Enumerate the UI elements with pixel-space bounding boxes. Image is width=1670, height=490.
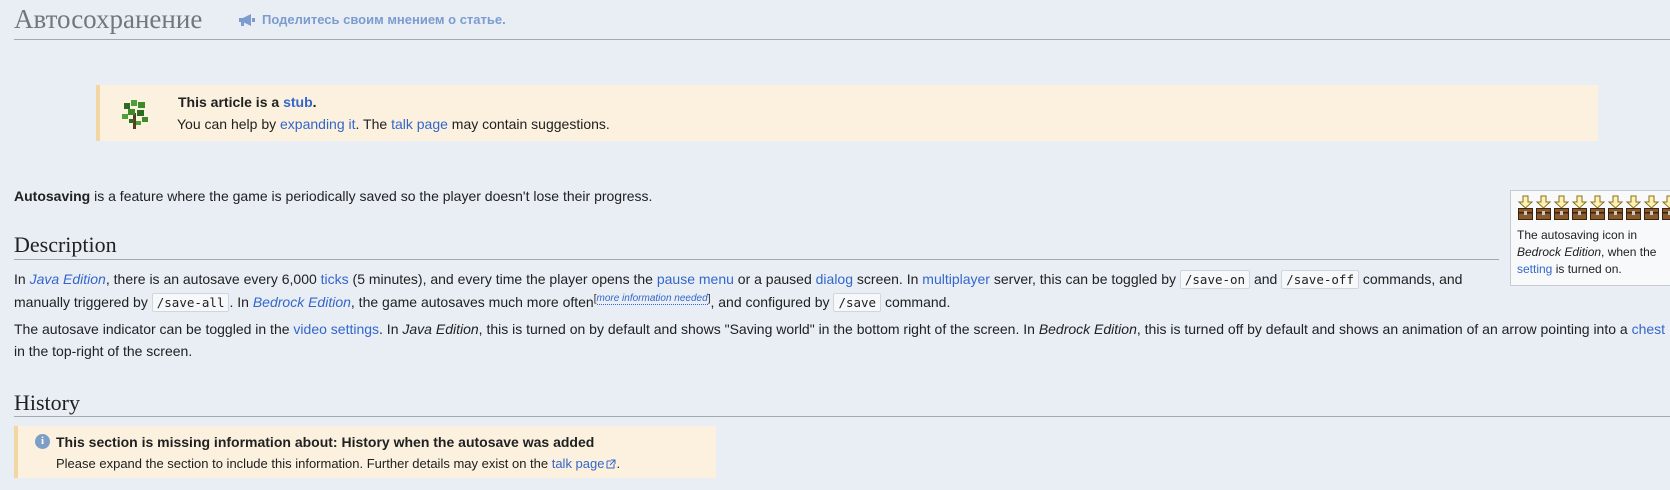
- p1-text-2: , there is an autosave every 6,000: [105, 271, 321, 287]
- notice-text-2: .: [616, 456, 621, 471]
- autosave-chest-arrow-icon: [1607, 195, 1624, 221]
- autosave-chest-arrow-icon: [1625, 195, 1642, 221]
- p1-text-9: manually triggered by: [14, 294, 152, 310]
- p2-bedrock-edition: Bedrock Edition: [1038, 321, 1137, 337]
- description-paragraph-2: The autosave indicator can be toggled in…: [14, 318, 1670, 362]
- p2-text-1: The autosave indicator can be toggled in…: [14, 321, 294, 337]
- missing-info-notice: i This section is missing information ab…: [14, 426, 716, 478]
- save-off-command: /save-off: [1281, 270, 1359, 289]
- autosave-chest-arrow-icon: [1643, 195, 1660, 221]
- more-info-needed-link[interactable]: more information needed: [596, 293, 708, 306]
- intro-text: is a feature where the game is periodica…: [90, 188, 653, 204]
- autosave-chest-arrow-icon: [1661, 195, 1670, 221]
- bedrock-edition-link[interactable]: Bedrock Edition: [253, 294, 351, 310]
- autosave-chest-arrow-icon: [1553, 195, 1570, 221]
- notice-title: This section is missing information abou…: [56, 434, 595, 450]
- p2-text-4: , this is turned off by default and show…: [1136, 321, 1632, 337]
- page-header: Автосохранение Поделитесь своим мнением …: [14, 0, 1670, 40]
- p1-text-8: commands, and: [1358, 271, 1463, 287]
- autosave-chest-arrow-icon: [1517, 195, 1534, 221]
- java-edition-link[interactable]: Java Edition: [30, 271, 106, 287]
- image-caption: The autosaving icon in Bedrock Edition, …: [1517, 227, 1670, 278]
- description-heading: Description: [14, 232, 117, 257]
- caption-text-1: The autosaving icon in: [1517, 228, 1638, 242]
- setting-link[interactable]: setting: [1517, 262, 1552, 276]
- description-p2-line-1: The autosave indicator can be toggled in…: [14, 318, 1670, 340]
- caption-text-2: , when the: [1601, 245, 1657, 259]
- stub-link[interactable]: stub: [283, 94, 313, 110]
- caption-text-3: is turned on.: [1552, 262, 1622, 276]
- p1-text-7: and: [1250, 271, 1282, 287]
- stub-text-1: You can help by: [177, 116, 281, 132]
- stub-title: This article is a stub.: [178, 94, 317, 110]
- p1-text-10: . In: [229, 294, 253, 310]
- p1-text-13: command.: [881, 294, 951, 310]
- intro-paragraph: Autosaving is a feature where the game i…: [14, 185, 652, 207]
- description-divider: [14, 259, 1499, 260]
- p2-java-edition: Java Edition: [402, 321, 479, 337]
- description-line-1: In Java Edition, there is an autosave ev…: [14, 268, 1504, 291]
- stub-sapling-icon: [120, 99, 150, 129]
- description-p2-line-2: in the top-right of the screen.: [14, 340, 1670, 362]
- save-command: /save: [833, 293, 882, 312]
- stub-title-prefix: This article is a: [178, 94, 284, 110]
- ticks-link[interactable]: ticks: [321, 271, 349, 287]
- autosave-chest-arrow-icon: [1535, 195, 1552, 221]
- feedback-link[interactable]: Поделитесь своим мнением о статье.: [238, 12, 506, 27]
- p2-text-2: . In: [379, 321, 403, 337]
- p1-text-1: In: [14, 271, 30, 287]
- p1-text-11: , the game autosaves much more often: [350, 294, 594, 310]
- autosave-animation-frames: [1517, 195, 1670, 221]
- dialog-link[interactable]: dialog: [816, 271, 853, 287]
- page-title: Автосохранение: [14, 4, 203, 34]
- info-icon: i: [35, 434, 50, 449]
- notice-text: Please expand the section to include thi…: [56, 456, 620, 471]
- multiplayer-link[interactable]: multiplayer: [922, 271, 990, 287]
- description-line-2: manually triggered by /save-all. In Bedr…: [14, 291, 1504, 314]
- p2-text-3: , this is turned on by default and shows…: [478, 321, 1039, 337]
- stub-title-suffix: .: [312, 94, 317, 110]
- chest-link[interactable]: chest: [1632, 321, 1665, 337]
- autosave-chest-arrow-icon: [1589, 195, 1606, 221]
- p1-text-3: (5 minutes), and every time the player o…: [348, 271, 657, 287]
- feedback-link-label[interactable]: Поделитесь своим мнением о статье.: [262, 12, 506, 27]
- p2-text-5: in the top-right of the screen.: [14, 343, 193, 359]
- description-paragraph-1: In Java Edition, there is an autosave ev…: [14, 268, 1504, 314]
- citation-needed-note: [more information needed]: [594, 293, 710, 306]
- talk-page-link[interactable]: talk page: [391, 116, 448, 132]
- p1-text-5: screen. In: [853, 271, 923, 287]
- autosave-image-box: The autosaving icon in Bedrock Edition, …: [1510, 190, 1670, 286]
- p1-text-6: server, this can be toggled by: [989, 271, 1180, 287]
- pause-menu-link[interactable]: pause menu: [657, 271, 734, 287]
- caption-edition: Bedrock Edition: [1517, 245, 1602, 259]
- external-link-icon: [606, 457, 616, 469]
- save-on-command: /save-on: [1179, 270, 1251, 289]
- save-all-command: /save-all: [151, 293, 230, 312]
- autosave-chest-arrow-icon: [1571, 195, 1588, 221]
- history-divider: [14, 416, 1670, 417]
- expand-link[interactable]: expanding it: [280, 116, 356, 132]
- video-settings-link[interactable]: video settings: [293, 321, 379, 337]
- megaphone-icon: [238, 13, 256, 27]
- history-heading: History: [14, 390, 80, 415]
- notice-text-1: Please expand the section to include thi…: [56, 456, 552, 471]
- stub-text-2: . The: [355, 116, 392, 132]
- p1-text-4: or a paused: [733, 271, 816, 287]
- stub-notice: This article is a stub. You can help by …: [96, 85, 1598, 141]
- stub-text-3: may contain suggestions.: [447, 116, 610, 132]
- stub-text: You can help by expanding it. The talk p…: [177, 116, 610, 132]
- p1-text-12: , and configured by: [710, 294, 834, 310]
- notice-talk-page-link[interactable]: talk page: [552, 456, 605, 471]
- intro-term: Autosaving: [14, 188, 91, 204]
